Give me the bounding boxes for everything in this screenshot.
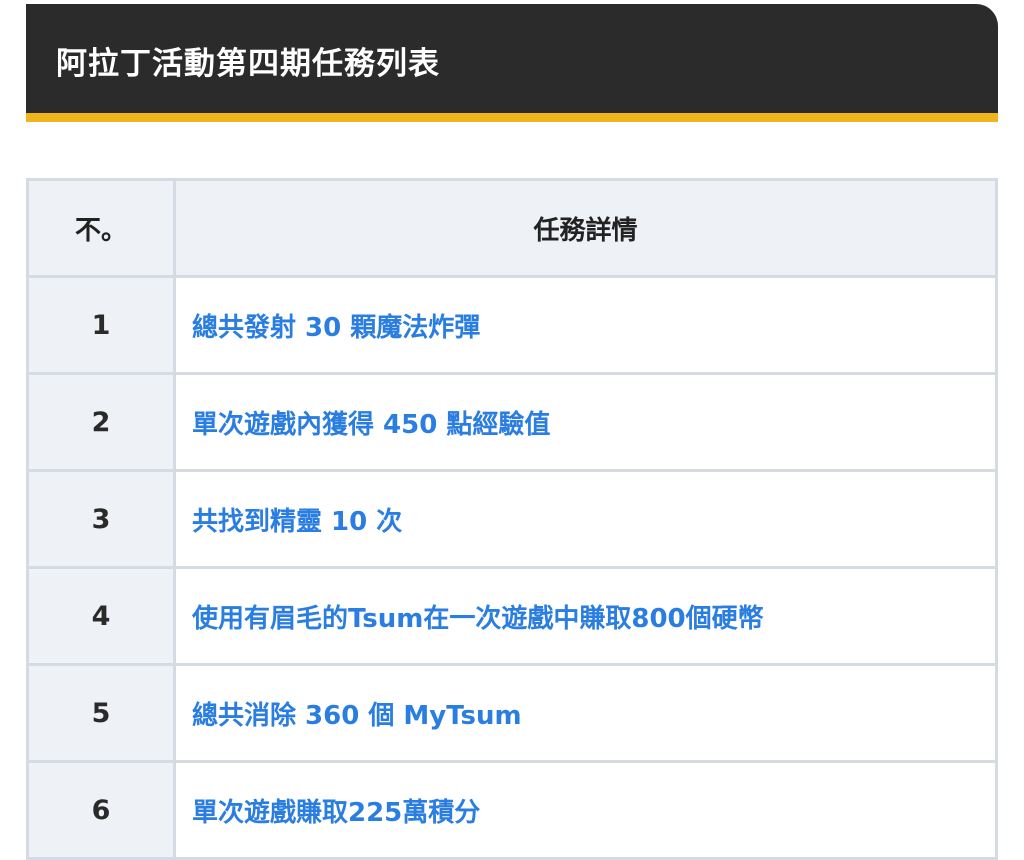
mission-link[interactable]: 使用有眉毛的Tsum在一次遊戲中賺取800個硬幣: [192, 604, 764, 634]
table-header-row: 不。 任務詳情: [26, 178, 998, 278]
mission-link[interactable]: 總共消除 360 個 MyTsum: [192, 701, 522, 731]
row-detail: 共找到精靈 10 次: [173, 469, 998, 569]
column-header-no: 不。: [26, 178, 176, 278]
row-detail: 總共發射 30 顆魔法炸彈: [173, 275, 998, 375]
mission-link[interactable]: 共找到精靈 10 次: [192, 507, 402, 537]
table-row: 5 總共消除 360 個 MyTsum: [26, 663, 998, 763]
row-number: 5: [26, 663, 176, 763]
row-number: 6: [26, 760, 176, 860]
row-number: 2: [26, 372, 176, 472]
column-header-detail: 任務詳情: [173, 178, 998, 278]
table-row: 1 總共發射 30 顆魔法炸彈: [26, 275, 998, 375]
row-number: 3: [26, 469, 176, 569]
table-row: 3 共找到精靈 10 次: [26, 469, 998, 569]
page-header: 阿拉丁活動第四期任務列表: [26, 4, 998, 122]
table-row: 2 單次遊戲內獲得 450 點經驗值: [26, 372, 998, 472]
page-title: 阿拉丁活動第四期任務列表: [56, 46, 440, 82]
row-detail: 總共消除 360 個 MyTsum: [173, 663, 998, 763]
mission-link[interactable]: 總共發射 30 顆魔法炸彈: [192, 313, 480, 343]
mission-link[interactable]: 單次遊戲賺取225萬積分: [192, 798, 480, 828]
mission-table: 不。 任務詳情 1 總共發射 30 顆魔法炸彈 2 單次遊戲內獲得 450 點經…: [26, 178, 998, 860]
row-number: 1: [26, 275, 176, 375]
mission-link[interactable]: 單次遊戲內獲得 450 點經驗值: [192, 410, 550, 440]
row-detail: 使用有眉毛的Tsum在一次遊戲中賺取800個硬幣: [173, 566, 998, 666]
row-number: 4: [26, 566, 176, 666]
table-row: 4 使用有眉毛的Tsum在一次遊戲中賺取800個硬幣: [26, 566, 998, 666]
row-detail: 單次遊戲內獲得 450 點經驗值: [173, 372, 998, 472]
table-row: 6 單次遊戲賺取225萬積分: [26, 760, 998, 860]
row-detail: 單次遊戲賺取225萬積分: [173, 760, 998, 860]
